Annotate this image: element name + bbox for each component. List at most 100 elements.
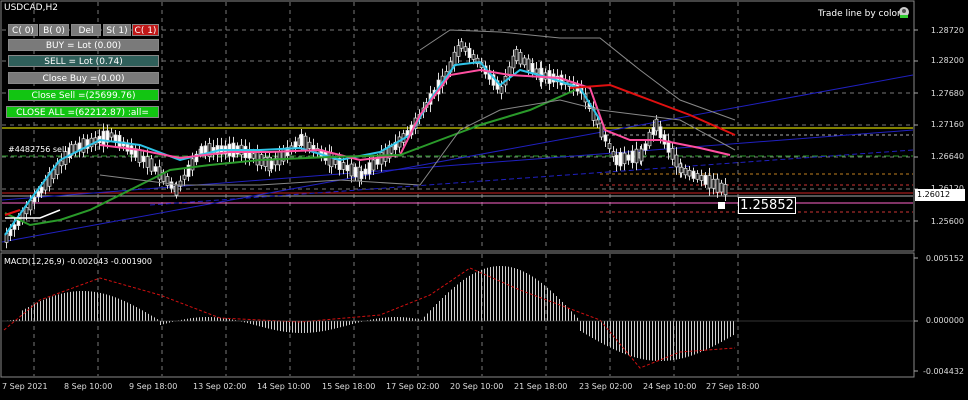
macd-bar <box>325 321 326 331</box>
ma-red-start <box>4 209 21 216</box>
sell-lot-button[interactable]: SELL = Lot (0.74) <box>8 55 159 67</box>
candle-body <box>707 175 712 189</box>
macd-bar <box>586 321 587 335</box>
macd-bar <box>733 321 734 336</box>
macd-bar <box>43 299 44 321</box>
macd-bar <box>229 319 230 321</box>
candle-body <box>691 170 696 179</box>
settings-icon[interactable] <box>897 5 911 19</box>
macd-bar <box>622 321 623 354</box>
candle-body <box>145 156 150 168</box>
macd-bar <box>688 321 689 357</box>
macd-bar <box>634 321 635 358</box>
candle-body <box>683 168 688 176</box>
price-axis-label: 1.27680 <box>930 89 964 98</box>
time-axis-label: 27 Sep 18:00 <box>706 382 760 391</box>
macd-bar <box>535 278 536 321</box>
macd-bar <box>121 299 122 321</box>
macd-bar <box>109 295 110 321</box>
order-label: #4482756 sell <box>8 145 67 154</box>
price-axis-label: 1.26640 <box>930 152 964 161</box>
macd-bar <box>211 317 212 321</box>
macd-bar <box>250 321 251 324</box>
macd-bar <box>598 321 599 342</box>
candle-body <box>674 154 679 168</box>
macd-bar <box>334 321 335 329</box>
time-axis-label: 8 Sep 10:00 <box>64 382 113 391</box>
candle-body <box>375 158 380 165</box>
macd-bar <box>400 317 401 321</box>
macd-bar <box>661 321 662 361</box>
buy-lot-button[interactable]: BUY = Lot (0.00) <box>8 39 159 51</box>
macd-bar <box>430 310 431 321</box>
macd-bar <box>73 291 74 321</box>
candle-body <box>359 170 364 180</box>
candle-body <box>618 152 623 167</box>
candle-body <box>670 148 675 160</box>
macd-bar <box>706 321 707 350</box>
time-axis-label: 15 Sep 18:00 <box>322 382 376 391</box>
macd-bar <box>274 321 275 330</box>
macd-bar <box>388 317 389 321</box>
candle-body <box>514 49 519 61</box>
macd-bar <box>559 298 560 321</box>
candle-body <box>117 134 122 148</box>
macd-bar <box>451 289 452 321</box>
macd-bar <box>496 266 497 321</box>
sell-count-button[interactable]: S( 1) <box>103 24 131 36</box>
macd-bar <box>580 321 581 331</box>
macd-bar <box>151 315 152 321</box>
candle-body <box>459 41 464 49</box>
macd-bar <box>658 321 659 361</box>
macd-bar <box>34 303 35 321</box>
delete-button[interactable]: Del <box>71 24 101 36</box>
candle-body <box>595 119 600 125</box>
time-axis-label: 20 Sep 10:00 <box>450 382 504 391</box>
candle-body <box>607 143 612 149</box>
macd-bar <box>391 317 392 321</box>
candle-body <box>715 178 720 193</box>
close-buy-button[interactable]: Close Buy =(0.00) <box>8 72 159 84</box>
macd-bar <box>469 275 470 321</box>
macd-bar <box>214 317 215 321</box>
macd-bar <box>379 318 380 321</box>
macd-bar <box>649 321 650 361</box>
macd-bar <box>394 317 395 321</box>
close-count-button[interactable]: C( 0) <box>8 24 38 36</box>
symbol-title: USDCAD,H2 <box>4 3 58 13</box>
buy-count-button[interactable]: B( 0) <box>39 24 69 36</box>
macd-bar <box>454 286 455 321</box>
macd-bar <box>49 297 50 321</box>
macd-bar <box>607 321 608 347</box>
macd-bar <box>373 319 374 321</box>
macd-bar <box>445 295 446 321</box>
candle-body <box>36 191 41 198</box>
macd-bar <box>589 321 590 337</box>
candle-body <box>157 166 162 180</box>
candle-body <box>329 152 334 168</box>
macd-bar <box>133 305 134 321</box>
candle-body <box>679 166 684 174</box>
candle-body <box>251 153 256 159</box>
macd-bar <box>148 313 149 321</box>
macd-bar <box>118 298 119 321</box>
macd-bar <box>319 321 320 332</box>
macd-bar <box>124 301 125 321</box>
close-sell-button[interactable]: Close Sell =(25699.76) <box>8 89 159 101</box>
macd-bar <box>154 317 155 321</box>
macd-bar <box>268 321 269 329</box>
candle-body <box>341 162 346 170</box>
close-all-count-button[interactable]: C( 1) <box>132 24 159 36</box>
macd-bar <box>655 321 656 361</box>
macd-bar <box>397 317 398 321</box>
macd-bar <box>346 321 347 326</box>
macd-bar <box>478 271 479 321</box>
bid-price-box: 1.26012 <box>915 189 965 201</box>
macd-bar <box>541 282 542 321</box>
candle-body <box>471 54 476 60</box>
candle-body <box>389 146 394 154</box>
macd-bar <box>457 284 458 321</box>
macd-bar <box>490 267 491 321</box>
macd-bar <box>316 321 317 333</box>
close-all-button[interactable]: CLOSE ALL =(62212.87) :all= <box>6 106 159 118</box>
